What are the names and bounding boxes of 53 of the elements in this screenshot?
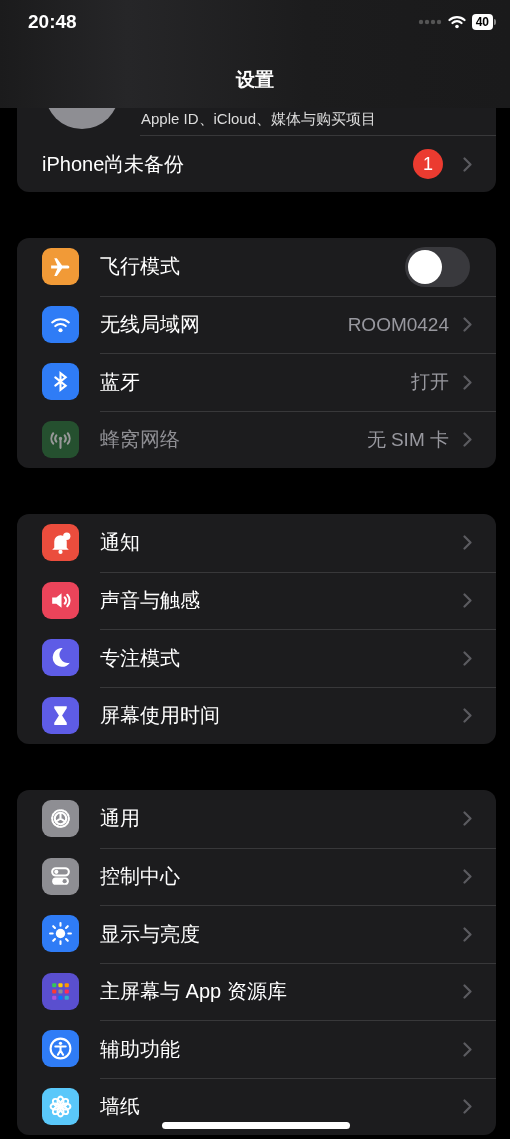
setting-value: ROOM0424 <box>347 313 449 336</box>
setting-label[interactable]: 控制中心 <box>100 863 463 891</box>
flower-icon <box>42 1087 79 1125</box>
chevron-icon <box>463 1041 472 1057</box>
wifi-icon <box>42 305 79 343</box>
setting-label[interactable]: 通用 <box>100 805 463 833</box>
setting-label[interactable]: 显示与亮度 <box>100 920 463 948</box>
battery-level: 40 <box>471 14 493 30</box>
gear-icon <box>42 800 79 838</box>
accessibility-icon <box>42 1030 79 1068</box>
setting-label[interactable]: 墙纸 <box>100 1093 463 1121</box>
setting-label[interactable]: 通知 <box>100 529 463 557</box>
chevron-icon <box>463 317 472 333</box>
chevron-icon <box>463 374 472 390</box>
antenna-icon <box>42 420 79 458</box>
bluetooth-icon <box>42 363 79 401</box>
setting-value: 打开 <box>411 370 449 395</box>
backup-label[interactable]: iPhone尚未备份 <box>42 150 413 178</box>
chevron-icon <box>463 535 472 551</box>
signal-icon <box>417 19 442 25</box>
notification-badge: 1 <box>413 149 443 179</box>
chevron-icon <box>463 1099 472 1115</box>
speaker-icon <box>42 581 79 619</box>
chevron-icon <box>463 984 472 1000</box>
chevron-icon <box>463 869 472 885</box>
setting-value: 无 SIM 卡 <box>366 427 449 452</box>
page-title: 设置 <box>234 68 275 92</box>
status-time: 20:48 <box>28 11 77 33</box>
setting-label[interactable]: 辅助功能 <box>100 1035 463 1063</box>
setting-label[interactable]: 主屏幕与 App 资源库 <box>100 978 463 1006</box>
setting-label[interactable]: 声音与触感 <box>100 587 463 615</box>
chevron-icon <box>463 432 472 448</box>
airplane-icon <box>42 248 79 286</box>
setting-label[interactable]: 专注模式 <box>100 644 463 672</box>
setting-label[interactable]: 飞行模式 <box>100 253 405 281</box>
chevron-icon <box>463 156 472 172</box>
app-grid-icon <box>42 972 79 1010</box>
sun-icon <box>42 915 79 953</box>
chevron-icon <box>463 811 472 827</box>
setting-label[interactable]: 蓝牙 <box>100 368 411 396</box>
setting-label[interactable]: 无线局域网 <box>100 311 348 339</box>
chevron-icon <box>463 926 472 942</box>
hourglass-icon <box>42 696 79 734</box>
chevron-icon <box>463 708 472 724</box>
chevron-icon <box>463 650 472 666</box>
switches-icon <box>42 857 79 895</box>
moon-icon <box>42 639 79 677</box>
toggle-switch[interactable] <box>405 246 470 287</box>
account-subtitle: Apple ID、iCloud、媒体与购买项目 <box>141 110 377 128</box>
chevron-icon <box>463 593 472 609</box>
setting-label[interactable]: 屏幕使用时间 <box>100 702 463 730</box>
bell-icon <box>42 524 79 562</box>
wifi-icon <box>447 15 466 29</box>
